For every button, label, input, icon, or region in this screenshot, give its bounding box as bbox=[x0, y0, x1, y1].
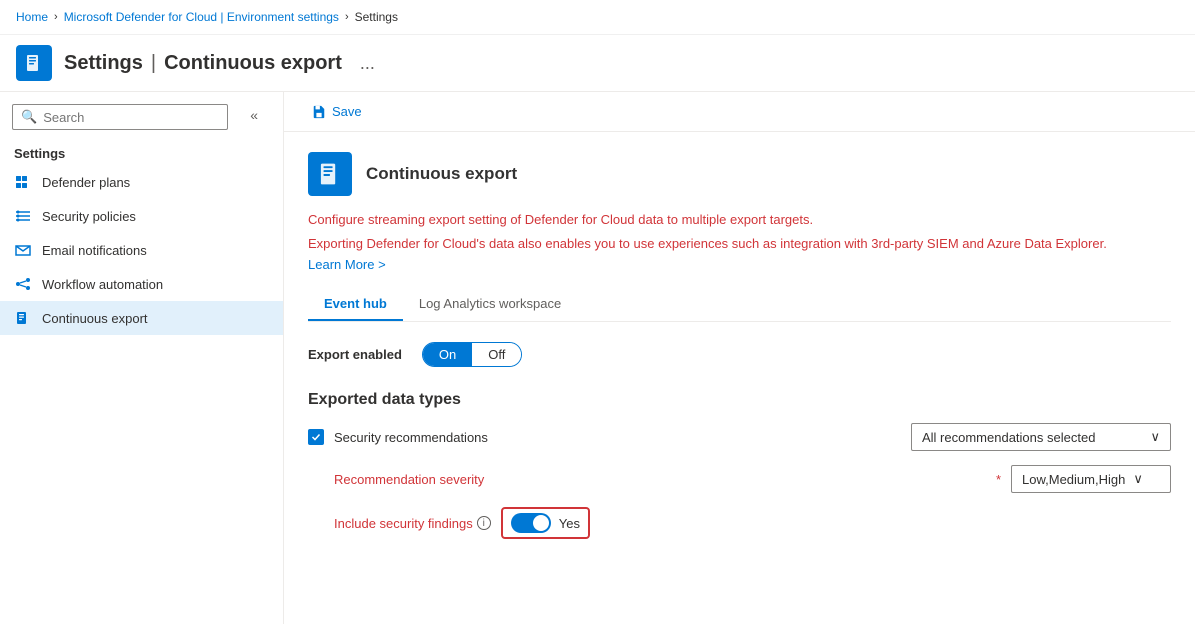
email-notifications-icon bbox=[14, 241, 32, 259]
recommendation-severity-label: Recommendation severity bbox=[334, 472, 986, 487]
include-security-findings-label: Include security findings bbox=[334, 516, 473, 531]
tab-event-hub[interactable]: Event hub bbox=[308, 288, 403, 321]
include-security-findings-toggle-box: Yes bbox=[501, 507, 590, 539]
sidebar-item-email-notifications[interactable]: Email notifications bbox=[0, 233, 283, 267]
main-layout: 🔍 « Settings Defender plans Security pol… bbox=[0, 92, 1195, 624]
learn-more-link[interactable]: Learn More > bbox=[308, 257, 386, 272]
sidebar-item-defender-plans[interactable]: Defender plans bbox=[0, 165, 283, 199]
sidebar-section-label: Settings bbox=[0, 138, 283, 165]
defender-plans-icon bbox=[14, 173, 32, 191]
export-enabled-label: Export enabled bbox=[308, 347, 402, 362]
toggle-yes-label: Yes bbox=[559, 516, 580, 531]
security-recommendations-checkbox[interactable] bbox=[308, 429, 324, 445]
sidebar: 🔍 « Settings Defender plans Security pol… bbox=[0, 92, 284, 624]
recommendation-severity-row: Recommendation severity * Low,Medium,Hig… bbox=[334, 465, 1171, 493]
breadcrumb-home[interactable]: Home bbox=[16, 10, 48, 24]
sidebar-item-workflow-automation[interactable]: Workflow automation bbox=[0, 267, 283, 301]
save-button[interactable]: Save bbox=[304, 100, 370, 123]
sidebar-item-email-notifications-label: Email notifications bbox=[42, 243, 147, 258]
security-recommendations-label: Security recommendations bbox=[334, 430, 901, 445]
sidebar-item-continuous-export-label: Continuous export bbox=[42, 311, 148, 326]
breadcrumb-defender[interactable]: Microsoft Defender for Cloud | Environme… bbox=[64, 10, 339, 24]
recommendations-dropdown[interactable]: All recommendations selected ∨ bbox=[911, 423, 1171, 451]
content-inner: Continuous export Configure streaming ex… bbox=[284, 132, 1195, 573]
breadcrumb-chevron-1: › bbox=[54, 11, 58, 23]
sidebar-item-continuous-export[interactable]: Continuous export bbox=[0, 301, 283, 335]
content-area: Save Continuous export Configure streami… bbox=[284, 92, 1195, 624]
content-header-icon bbox=[308, 152, 352, 196]
sidebar-item-security-policies[interactable]: Security policies bbox=[0, 199, 283, 233]
recommendations-dropdown-value: All recommendations selected bbox=[922, 430, 1095, 445]
tabs: Event hub Log Analytics workspace bbox=[308, 288, 1171, 322]
exported-data-types-title: Exported data types bbox=[308, 391, 1171, 409]
save-icon bbox=[312, 105, 326, 119]
tab-log-analytics[interactable]: Log Analytics workspace bbox=[403, 288, 577, 321]
security-policies-icon bbox=[14, 207, 32, 225]
severity-dropdown[interactable]: Low,Medium,High ∨ bbox=[1011, 465, 1171, 493]
content-book-icon bbox=[317, 161, 343, 187]
info-icon[interactable]: i bbox=[477, 516, 491, 530]
export-toggle-group[interactable]: On Off bbox=[422, 342, 522, 367]
include-security-findings-label-group: Include security findings i bbox=[334, 516, 491, 531]
content-title: Continuous export bbox=[366, 164, 517, 184]
content-header: Continuous export bbox=[308, 152, 1171, 196]
workflow-automation-icon bbox=[14, 275, 32, 293]
toggle-off-option[interactable]: Off bbox=[472, 343, 521, 366]
search-row: 🔍 « bbox=[0, 92, 283, 138]
description-line2: Exporting Defender for Cloud's data also… bbox=[308, 234, 1171, 254]
search-box[interactable]: 🔍 bbox=[12, 104, 228, 130]
search-input[interactable] bbox=[43, 110, 219, 125]
sidebar-item-defender-plans-label: Defender plans bbox=[42, 175, 130, 190]
severity-required-asterisk: * bbox=[996, 472, 1001, 487]
severity-dropdown-chevron: ∨ bbox=[1133, 471, 1143, 487]
toolbar: Save bbox=[284, 92, 1195, 132]
severity-dropdown-value: Low,Medium,High bbox=[1022, 472, 1125, 487]
checkmark-icon bbox=[311, 432, 321, 442]
collapse-sidebar-button[interactable]: « bbox=[246, 107, 262, 123]
sidebar-item-security-policies-label: Security policies bbox=[42, 209, 136, 224]
recommendations-dropdown-chevron: ∨ bbox=[1150, 429, 1160, 445]
book-icon bbox=[24, 53, 44, 73]
page-icon bbox=[16, 45, 52, 81]
security-recommendations-row: Security recommendations All recommendat… bbox=[308, 423, 1171, 451]
sidebar-item-workflow-automation-label: Workflow automation bbox=[42, 277, 163, 292]
include-security-findings-row: Include security findings i Yes bbox=[334, 507, 1171, 539]
description-line1: Configure streaming export setting of De… bbox=[308, 210, 1171, 230]
more-options-button[interactable]: ... bbox=[354, 51, 381, 76]
toggle-on-option[interactable]: On bbox=[423, 343, 472, 366]
search-icon: 🔍 bbox=[21, 109, 37, 125]
page-header: Settings|Continuous export ... bbox=[0, 35, 1195, 91]
page-title: Settings|Continuous export bbox=[64, 52, 342, 75]
breadcrumb-current: Settings bbox=[355, 10, 398, 24]
export-enabled-row: Export enabled On Off bbox=[308, 342, 1171, 367]
breadcrumb-chevron-2: › bbox=[345, 11, 349, 23]
breadcrumb: Home › Microsoft Defender for Cloud | En… bbox=[0, 0, 1195, 35]
continuous-export-icon bbox=[14, 309, 32, 327]
include-security-findings-toggle[interactable] bbox=[511, 513, 551, 533]
